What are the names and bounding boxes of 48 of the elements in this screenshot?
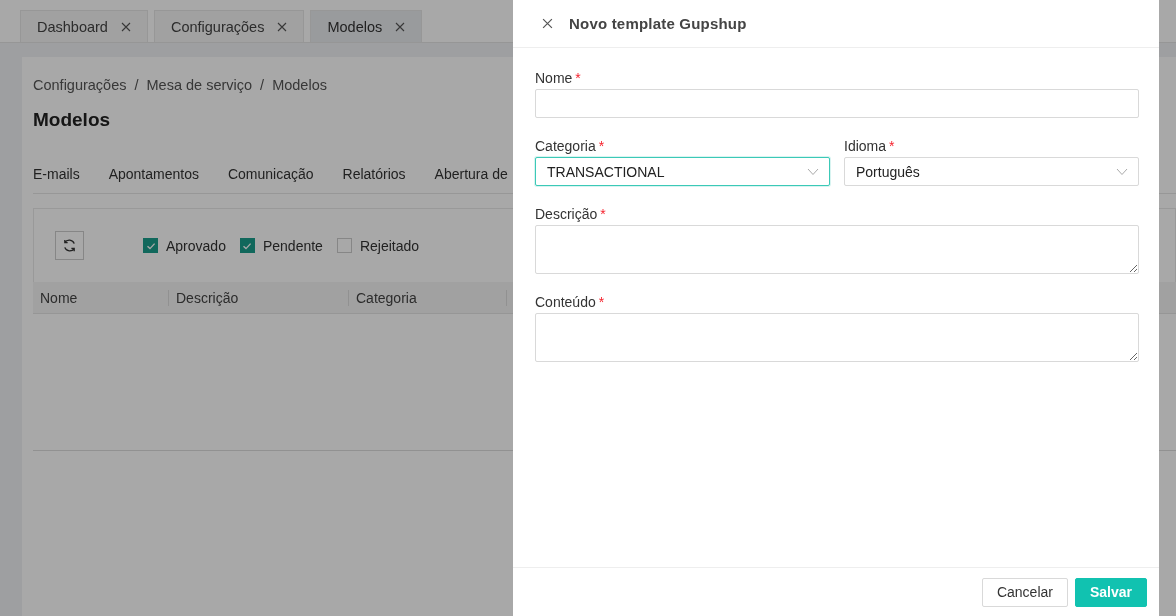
refresh-button[interactable] bbox=[55, 231, 84, 260]
column-header: Categoria bbox=[349, 289, 507, 306]
checkbox-label: Pendente bbox=[262, 237, 323, 254]
chevron-down-icon bbox=[807, 167, 819, 176]
required-mark: * bbox=[598, 138, 605, 154]
breadcrumb-separator: / bbox=[260, 77, 265, 93]
page-title: Modelos bbox=[33, 109, 112, 131]
textarea-field[interactable] bbox=[535, 313, 1139, 362]
section-tab[interactable]: Comunicação bbox=[227, 166, 314, 182]
required-mark: * bbox=[598, 294, 605, 310]
breadcrumb-link[interactable]: Configurações bbox=[33, 77, 127, 93]
field-label: Descrição bbox=[535, 206, 598, 222]
page-tab[interactable]: Dashboard bbox=[20, 10, 148, 42]
close-icon[interactable] bbox=[542, 18, 553, 29]
cancel-button[interactable]: Cancelar bbox=[981, 577, 1068, 607]
section-tab[interactable]: Abertura de bbox=[434, 166, 508, 182]
textarea-field[interactable] bbox=[535, 225, 1139, 274]
input-field[interactable] bbox=[535, 89, 1139, 118]
checkbox-label: Aprovado bbox=[166, 237, 226, 254]
page-tab[interactable]: Modelos bbox=[310, 10, 423, 42]
close-icon[interactable] bbox=[395, 21, 406, 32]
checkbox[interactable] bbox=[239, 238, 255, 253]
close-icon[interactable] bbox=[120, 21, 131, 32]
section-tab[interactable]: Relatórios bbox=[342, 166, 406, 182]
column-header: Descrição bbox=[169, 289, 349, 306]
field-label: Nome bbox=[535, 70, 573, 86]
column-header: Nome bbox=[33, 289, 169, 306]
field-label: Idioma bbox=[844, 138, 887, 154]
close-icon[interactable] bbox=[277, 21, 288, 32]
select-field[interactable]: TRANSACTIONAL bbox=[535, 157, 830, 186]
checkbox[interactable] bbox=[336, 238, 352, 253]
field-label: Categoria bbox=[535, 138, 596, 154]
section-tab[interactable]: Apontamentos bbox=[108, 166, 199, 182]
refresh-icon bbox=[62, 238, 77, 253]
section-tab[interactable]: E-mails bbox=[33, 166, 80, 182]
field-label: Conteúdo bbox=[535, 294, 596, 310]
chevron-down-icon bbox=[1116, 167, 1128, 176]
checkbox-label: Rejeitado bbox=[359, 237, 420, 254]
select-field[interactable]: Português bbox=[844, 157, 1139, 186]
breadcrumb-link[interactable]: Modelos bbox=[272, 77, 327, 93]
breadcrumb-link[interactable]: Mesa de serviço bbox=[146, 77, 253, 93]
checkbox[interactable] bbox=[143, 238, 158, 253]
drawer-title: Novo template Gupshup bbox=[569, 15, 747, 32]
required-mark: * bbox=[575, 70, 581, 86]
required-mark: * bbox=[889, 138, 895, 154]
page-tab[interactable]: Configurações bbox=[153, 10, 305, 42]
breadcrumb-separator: / bbox=[134, 77, 139, 93]
required-mark: * bbox=[600, 206, 606, 222]
